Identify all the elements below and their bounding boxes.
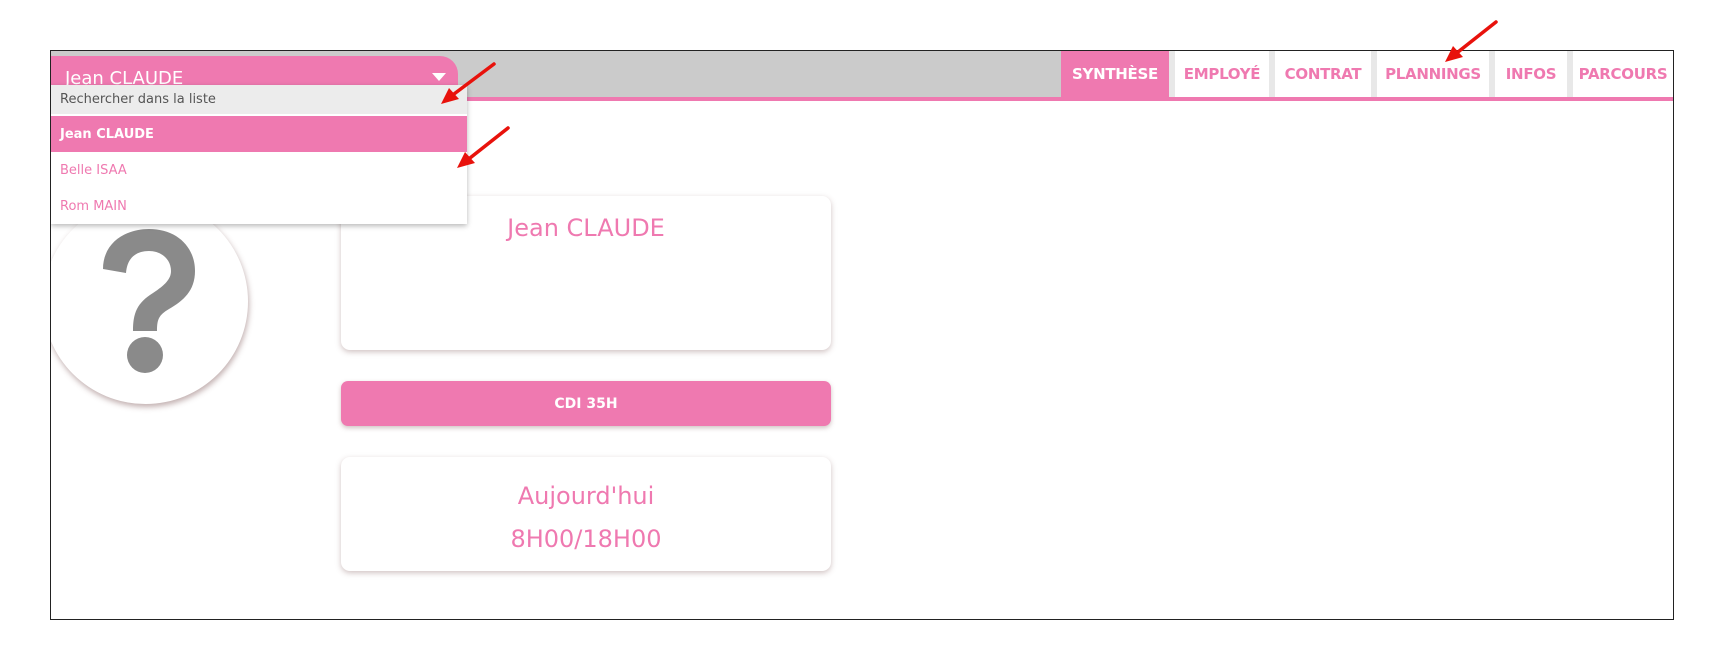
tab-bar: SYNTHÈSE EMPLOYÉ CONTRAT PLANNINGS INFOS… <box>1061 51 1673 97</box>
tab-contrat[interactable]: CONTRAT <box>1269 51 1371 97</box>
tab-synthese[interactable]: SYNTHÈSE <box>1061 51 1169 97</box>
tab-parcours[interactable]: PARCOURS <box>1567 51 1673 97</box>
annotation-arrow-icon <box>1456 20 1498 54</box>
today-hours: 8H00/18H00 <box>510 525 662 553</box>
tab-employe[interactable]: EMPLOYÉ <box>1169 51 1269 97</box>
employee-dropdown: Jean CLAUDE Belle ISAA Rom MAIN <box>51 85 467 224</box>
dropdown-search-input[interactable] <box>51 85 467 114</box>
chevron-down-icon[interactable] <box>432 73 446 81</box>
app-frame: SYNTHÈSE EMPLOYÉ CONTRAT PLANNINGS INFOS… <box>50 50 1674 620</box>
tab-plannings[interactable]: PLANNINGS <box>1371 51 1489 97</box>
today-title: Aujourd'hui <box>517 482 655 510</box>
dropdown-option[interactable]: Jean CLAUDE <box>51 116 467 152</box>
avatar <box>51 199 248 404</box>
contract-badge: CDI 35H <box>341 381 831 426</box>
today-schedule-card: Aujourd'hui 8H00/18H00 <box>341 457 831 571</box>
dropdown-option[interactable]: Rom MAIN <box>51 188 467 224</box>
tab-infos[interactable]: INFOS <box>1489 51 1567 97</box>
question-mark-icon <box>102 228 195 373</box>
dropdown-option[interactable]: Belle ISAA <box>51 152 467 188</box>
